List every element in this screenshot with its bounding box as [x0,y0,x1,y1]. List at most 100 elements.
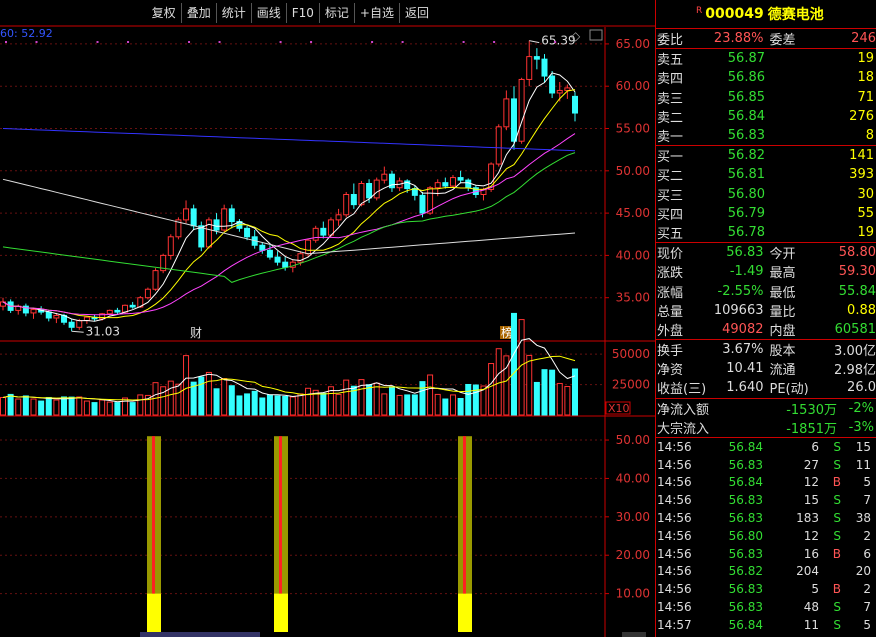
tick-side: B [832,546,841,561]
tick-row: 14:56 56.83 27 S 11 [656,456,876,474]
tick-side: S [833,617,841,632]
ask-label: 卖四 [657,72,684,88]
tick-price: 56.83 [728,457,763,472]
candle-body [274,256,281,263]
tick-side: S [833,528,841,543]
volume-bar [396,394,403,416]
tick-row: 14:56 56.84 6 S 15 [656,438,876,456]
indicator-bar-base [458,593,472,632]
volume-bar [129,402,136,416]
toolbar-add-watchlist-button[interactable]: +自选 [353,3,399,23]
ask-row[interactable]: 卖三 56.85 71 [656,88,876,107]
tick-row: 14:56 56.82 204 20 [656,563,876,581]
indicator-bar-base [274,593,288,632]
toolbar-restore-rights-button[interactable]: 复权 [147,3,181,23]
toolbar-overlay-button[interactable]: 叠加 [180,3,216,23]
candle-body [76,320,83,328]
ask-row[interactable]: 卖五 56.87 19 [656,49,876,68]
tick-list[interactable]: 14:56 56.84 6 S 15 14:56 56.83 27 S 11 14:56 56.84 1… [656,438,876,634]
volume-bar [76,396,83,416]
ask-row[interactable]: 卖二 56.84 276 [656,107,876,126]
indicator-tick-label: 40.00 [616,471,650,485]
candle-body [335,214,342,221]
tick-time: 14:56 [657,582,692,597]
signal-dot [218,41,221,43]
tick-volume: 204 [796,564,819,579]
ask-price: 56.85 [727,89,765,105]
ask-volume: 71 [857,89,874,105]
bid-label: 买三 [657,188,684,204]
tick-time: 14:56 [657,600,692,614]
quote-label: 内盘 [769,323,796,339]
volume-bar [61,396,68,416]
toolbar-drawing-button[interactable]: 画线 [250,3,286,23]
signal-dot [554,41,557,43]
flow-value: -1851万 [786,421,837,437]
fundamental-value: 26.0 [847,380,876,396]
toolbar-back-button[interactable]: 返回 [398,3,434,23]
vol-unit-label: X10 [608,402,630,415]
toolbar-f10-button[interactable]: F10 [285,3,319,23]
volume-bar [419,381,426,416]
candle-body [213,219,220,231]
ask-row[interactable]: 卖四 56.86 18 [656,68,876,87]
tick-count: 38 [855,511,871,526]
volume-bar [15,398,22,416]
flow-label: 大宗流入 [657,421,710,437]
candle-body [129,304,136,308]
volume-bar [53,399,60,416]
tick-price: 56.83 [728,493,763,508]
scroll-button[interactable] [622,632,646,637]
indicator-bar-core [152,436,155,594]
ask-row[interactable]: 卖一 56.83 8 [656,126,876,145]
indicator-bar-base [147,593,161,632]
tick-volume: 48 [803,600,819,614]
bid-row[interactable]: 买四 56.79 55 [656,204,876,223]
toolbar-mark-button[interactable]: 标记 [318,3,354,23]
volume-bar [549,369,556,416]
tick-count: 15 [855,439,871,454]
quote-value: 0.88 [847,302,876,318]
volume-bar [320,392,327,416]
volume-bar [457,398,464,416]
candle-body [198,225,205,248]
ma-line-ma20 [2,133,576,316]
volume-bar [7,393,14,416]
bid-row[interactable]: 买三 56.80 30 [656,185,876,204]
tick-count: 5 [863,617,871,632]
fundamental-value: 1.640 [726,380,764,396]
tick-side: B [832,475,841,490]
volume-bar [99,399,106,416]
signal-dot [493,41,496,43]
volume-bar [30,398,37,416]
tick-price: 56.84 [728,439,763,454]
candle-body [183,208,190,221]
volume-bar [274,395,281,416]
candle-body [495,126,502,165]
tick-time: 14:56 [657,439,692,454]
bid-row[interactable]: 买二 56.81 393 [656,165,876,184]
scroll-thumb[interactable] [140,632,260,637]
y-tick-label: 55.00 [616,122,650,136]
chart-area[interactable]: 65.00 60.00 55.00 50.00 45.00 40.00 35.00 60: 5… [0,0,655,637]
quote-label: 今开 [769,247,796,263]
candle-body [457,177,464,181]
fundamental-value: 3.67% [722,342,764,358]
candle-body [442,182,449,187]
kline-chart[interactable]: 65.00 60.00 55.00 50.00 45.00 40.00 35.00 60: 5… [0,0,655,637]
fundamental-value: 2.98亿 [834,363,876,379]
candle-body [503,98,510,128]
tick-row: 14:56 56.80 12 S 2 [656,527,876,545]
candle-body [465,179,472,189]
volume-bar [251,390,258,416]
window-icon [589,29,603,41]
tick-time: 14:56 [657,457,692,472]
bid-row[interactable]: 买一 56.82 141 [656,146,876,165]
quote-label: 最低 [769,285,796,301]
bid-label: 买一 [657,150,684,166]
ma-line-ma60 [2,128,576,152]
volume-bar [297,393,304,416]
toolbar-statistics-button[interactable]: 统计 [215,3,251,23]
tick-count: 7 [863,493,871,508]
bid-row[interactable]: 买五 56.78 19 [656,223,876,242]
